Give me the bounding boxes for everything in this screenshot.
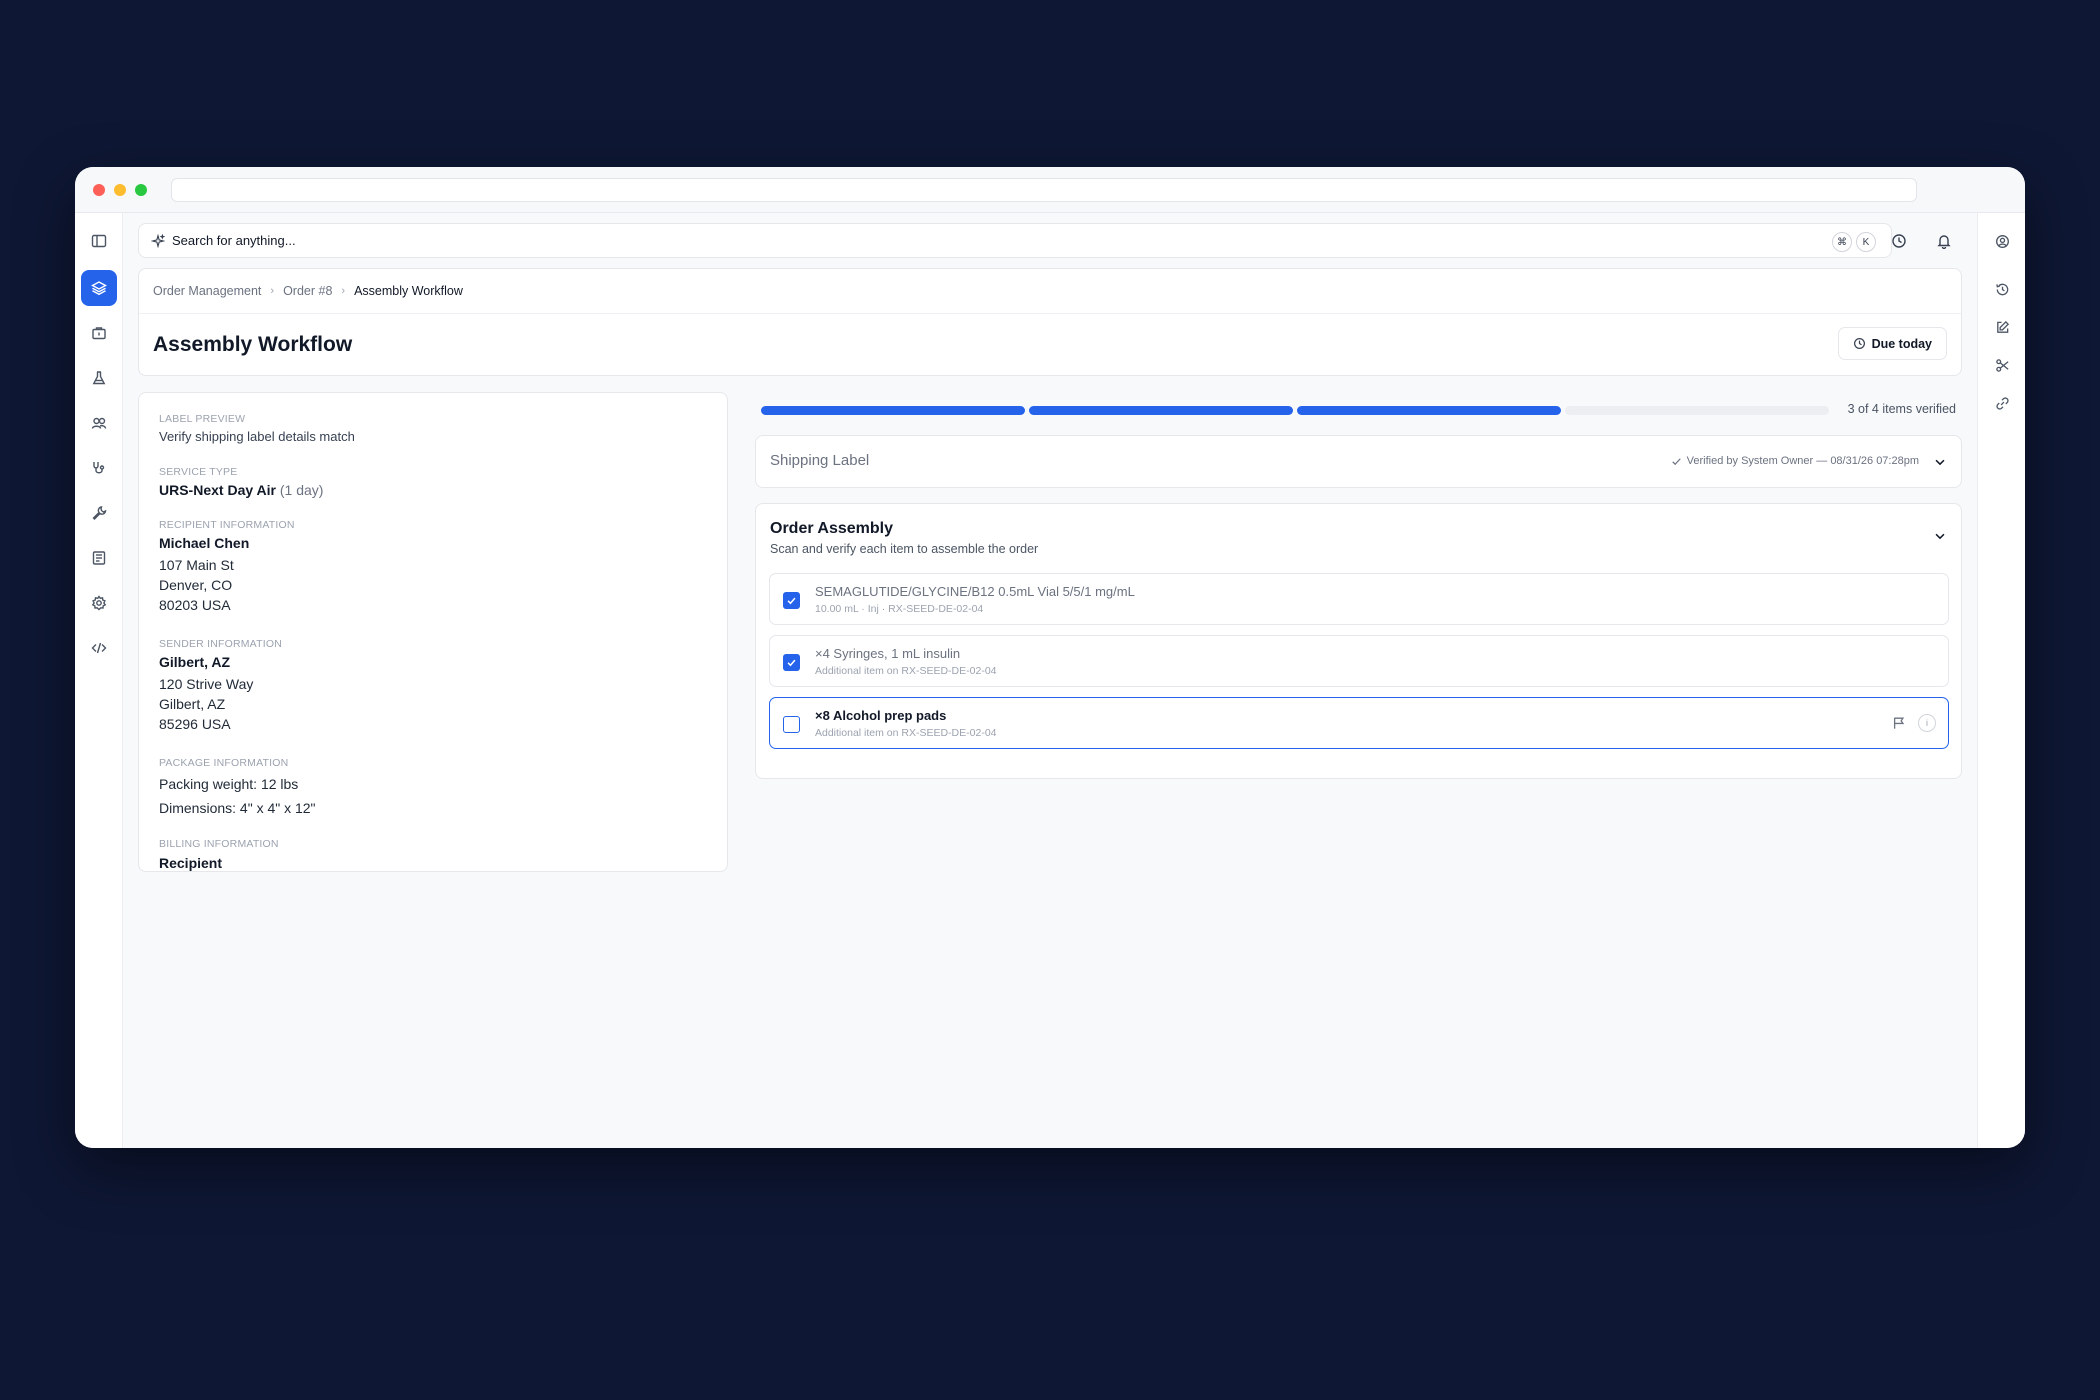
main-content: Search for anything... ⌘ K Order Managem… xyxy=(123,213,1977,1148)
order-assembly-title: Order Assembly xyxy=(770,520,894,537)
breadcrumb-order[interactable]: Order #8 xyxy=(283,284,332,298)
link-icon[interactable] xyxy=(1984,385,2020,421)
package-dimensions: Dimensions: 4" x 4" x 12" xyxy=(159,800,316,816)
due-label: Due today xyxy=(1871,336,1932,351)
item-name: ×8 Alcohol prep pads xyxy=(815,708,947,723)
assembly-item-active[interactable]: ×8 Alcohol prep pads Additional item on … xyxy=(769,697,1949,749)
flag-icon[interactable] xyxy=(1892,716,1906,730)
search-placeholder: Search for anything... xyxy=(172,233,296,248)
history-clock-icon[interactable] xyxy=(1881,223,1916,258)
maximize-window-button[interactable] xyxy=(135,184,147,196)
left-sidebar xyxy=(75,213,123,1148)
breadcrumb-current: Assembly Workflow xyxy=(354,284,463,298)
assembly-item[interactable]: ×4 Syringes, 1 mL insulin Additional ite… xyxy=(769,635,1949,687)
history-icon[interactable] xyxy=(1984,271,2020,307)
chevron-right-icon: › xyxy=(341,285,346,297)
chevron-down-icon[interactable] xyxy=(1933,455,1947,469)
sender-label: SENDER INFORMATION xyxy=(159,638,282,650)
shortcut-key-k: K xyxy=(1856,232,1876,252)
due-date-button[interactable]: Due today xyxy=(1837,327,1947,360)
sender-address-line: 85296 USA xyxy=(159,716,231,732)
briefcase-icon[interactable] xyxy=(81,315,117,351)
check-icon xyxy=(1671,457,1681,465)
assembly-item[interactable]: SEMAGLUTIDE/GLYCINE/B12 0.5mL Vial 5/5/1… xyxy=(769,573,1949,625)
bell-icon[interactable] xyxy=(1926,223,1961,258)
edit-icon[interactable] xyxy=(1984,309,2020,345)
search-input[interactable]: Search for anything... ⌘ K xyxy=(138,223,1892,258)
service-type: URS-Next Day Air xyxy=(159,482,276,498)
recipient-address-line: Denver, CO xyxy=(159,577,233,593)
item-detail: Additional item on RX-SEED-DE-02-04 xyxy=(815,727,997,739)
chevron-down-icon[interactable] xyxy=(1933,529,1947,543)
flask-icon[interactable] xyxy=(81,360,117,396)
info-circle-icon[interactable]: i xyxy=(1918,714,1936,732)
wrench-icon[interactable] xyxy=(81,495,117,531)
recipient-address-line: 107 Main St xyxy=(159,557,234,573)
progress-segment xyxy=(761,406,1025,415)
page-header: Order Management › Order #8 › Assembly W… xyxy=(138,268,1962,376)
billing-label: BILLING INFORMATION xyxy=(159,838,279,850)
minimize-window-button[interactable] xyxy=(114,184,126,196)
progress-segment xyxy=(1565,406,1829,415)
item-checkbox[interactable] xyxy=(783,654,800,671)
breadcrumb-order-management[interactable]: Order Management xyxy=(153,284,261,298)
sender-name: Gilbert, AZ xyxy=(159,654,231,670)
shortcut-key-cmd: ⌘ xyxy=(1832,232,1852,252)
verified-status: Verified by System Owner — 08/31/26 07:2… xyxy=(1671,455,1919,467)
divider xyxy=(139,313,1961,314)
progress-segment xyxy=(1297,406,1561,415)
check-icon xyxy=(787,659,796,667)
item-checkbox[interactable] xyxy=(783,716,800,733)
item-detail: Additional item on RX-SEED-DE-02-04 xyxy=(815,665,997,677)
browser-titlebar xyxy=(75,167,2025,213)
package-label: PACKAGE INFORMATION xyxy=(159,757,289,769)
document-icon[interactable] xyxy=(81,540,117,576)
label-preview-card: LABEL PREVIEW Verify shipping label deta… xyxy=(138,392,728,872)
sender-address-line: 120 Strive Way xyxy=(159,676,254,692)
clock-icon xyxy=(1853,338,1865,349)
label-preview-subheading: Verify shipping label details match xyxy=(159,429,355,444)
stethoscope-icon[interactable] xyxy=(81,450,117,486)
layers-icon[interactable] xyxy=(81,270,117,306)
app-window: Search for anything... ⌘ K Order Managem… xyxy=(75,167,2025,1148)
progress-text: 3 of 4 items verified xyxy=(1847,402,1956,416)
users-icon[interactable] xyxy=(81,405,117,441)
verified-text: Verified by System Owner — 08/31/26 07:2… xyxy=(1686,455,1919,467)
scissors-icon[interactable] xyxy=(1984,347,2020,383)
page-title: Assembly Workflow xyxy=(153,333,353,356)
order-assembly-section: Order Assembly Scan and verify each item… xyxy=(755,503,1962,779)
service-type-label: SERVICE TYPE xyxy=(159,466,238,478)
item-checkbox[interactable] xyxy=(783,592,800,609)
sender-address-line: Gilbert, AZ xyxy=(159,696,226,712)
service-duration: (1 day) xyxy=(279,482,324,498)
gear-icon[interactable] xyxy=(81,585,117,621)
package-weight: Packing weight: 12 lbs xyxy=(159,776,299,792)
top-bar: Search for anything... ⌘ K xyxy=(138,223,1962,258)
check-icon xyxy=(787,597,796,605)
shipping-label-section[interactable]: Shipping Label Verified by System Owner … xyxy=(755,435,1962,488)
verification-progress: 3 of 4 items verified xyxy=(761,400,1962,420)
service-type-value: URS-Next Day Air (1 day) xyxy=(159,482,707,498)
item-name: ×4 Syringes, 1 mL insulin xyxy=(815,646,961,661)
label-preview-heading: LABEL PREVIEW xyxy=(159,413,246,425)
item-name: SEMAGLUTIDE/GLYCINE/B12 0.5mL Vial 5/5/1… xyxy=(815,584,1135,599)
item-detail: 10.00 mL · Inj · RX-SEED-DE-02-04 xyxy=(815,603,984,615)
sidebar-toggle-icon[interactable] xyxy=(81,223,117,259)
recipient-label: RECIPIENT INFORMATION xyxy=(159,519,295,531)
recipient-address-line: 80203 USA xyxy=(159,597,231,613)
code-icon[interactable] xyxy=(81,630,117,666)
progress-segment xyxy=(1029,406,1293,415)
recipient-name: Michael Chen xyxy=(159,535,250,551)
address-bar[interactable] xyxy=(171,178,1917,202)
breadcrumb: Order Management › Order #8 › Assembly W… xyxy=(153,281,463,301)
right-rail xyxy=(1977,213,2025,1148)
shipping-label-title: Shipping Label xyxy=(770,452,870,469)
user-circle-icon[interactable] xyxy=(1984,223,2020,259)
sparkle-icon xyxy=(151,233,165,248)
order-assembly-subtitle: Scan and verify each item to assemble th… xyxy=(770,542,1039,556)
chevron-right-icon: › xyxy=(270,285,275,297)
close-window-button[interactable] xyxy=(93,184,105,196)
billing-value: Recipient xyxy=(159,855,223,871)
